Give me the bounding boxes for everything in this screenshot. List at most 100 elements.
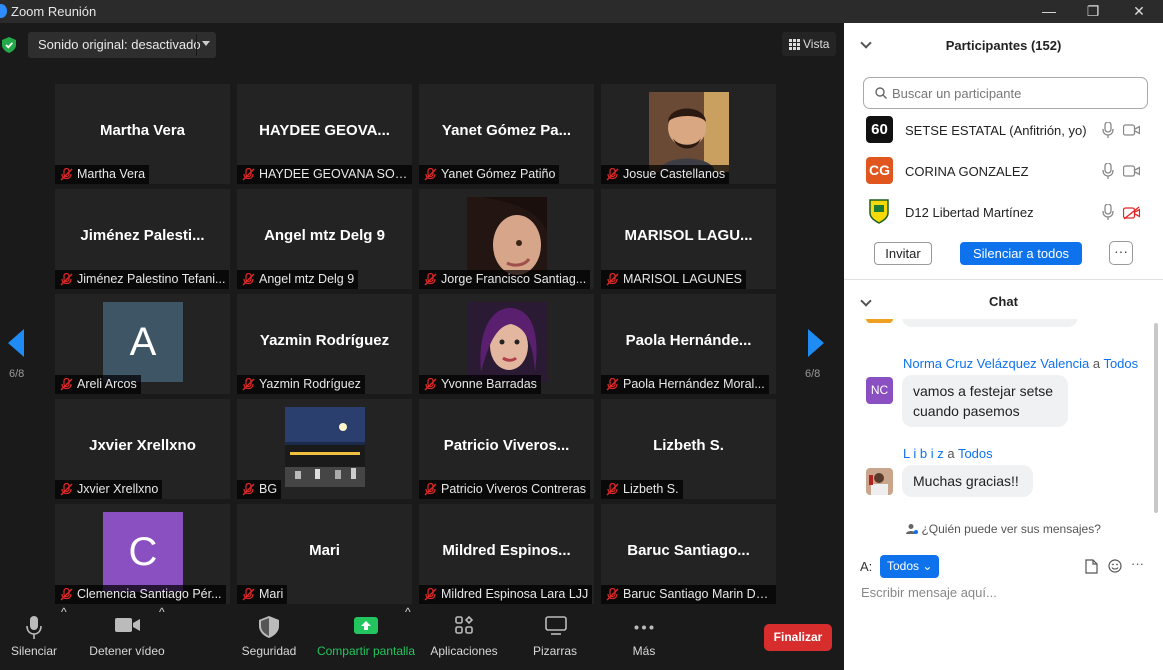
participant-video-photo	[467, 302, 547, 382]
participant-caption-text: Jiménez Palestino Tefani...	[77, 272, 226, 286]
participant-caption-text: MARISOL LAGUNES	[623, 272, 743, 286]
chat-sender-line: Norma Cruz Velázquez Valencia a Todos	[903, 356, 1138, 371]
participant-video-tile[interactable]: Paola Hernánde... Paola Hernández Moral..…	[601, 294, 776, 394]
video-camera-icon[interactable]	[1123, 165, 1140, 177]
chat-scrollbar[interactable]	[1154, 323, 1158, 513]
muted-microphone-icon	[242, 272, 255, 286]
participant-video-tile[interactable]: Yazmin Rodríguez Yazmin Rodríguez	[237, 294, 412, 394]
who-can-see-text: ¿Quién puede ver sus mensajes?	[921, 522, 1101, 536]
zoom-window: Zoom Reunión — ❐ ✕ Sonido original: desa…	[0, 0, 1163, 670]
shield-icon	[259, 616, 279, 638]
participant-caption-text: Lizbeth S.	[623, 482, 679, 496]
participant-row[interactable]: D12 Libertad Martínez	[844, 193, 1163, 233]
participant-name: D12 Libertad Martínez	[905, 205, 1034, 220]
file-icon[interactable]	[1085, 559, 1098, 574]
participant-video-tile[interactable]: BG	[237, 399, 412, 499]
apps-icon	[455, 616, 473, 634]
whiteboards-button[interactable]: Pizarras	[520, 605, 590, 670]
chevron-down-icon: ⌄	[922, 559, 933, 573]
participant-name-caption: Jorge Francisco Santiag...	[419, 270, 591, 289]
microphone-icon[interactable]	[1102, 163, 1114, 180]
participant-caption-text: BG	[259, 482, 278, 496]
share-screen-button[interactable]: Compartir pantalla	[312, 605, 420, 670]
title-bar: Zoom Reunión — ❐ ✕	[0, 0, 1163, 23]
muted-microphone-icon	[606, 167, 619, 181]
previous-page-arrow-icon[interactable]	[8, 329, 24, 357]
participant-caption-text: Martha Vera	[77, 167, 146, 181]
microphone-icon[interactable]	[1102, 204, 1114, 221]
muted-microphone-icon	[424, 482, 437, 496]
chat-message-bubble: Muchas gracias!!	[902, 465, 1033, 497]
participant-video-tile[interactable]: Patricio Viveros... Patricio Viveros Cont…	[419, 399, 594, 499]
participant-display-name: Angel mtz Delg 9	[264, 227, 385, 244]
more-dots-icon	[634, 625, 654, 630]
next-page-arrow-icon[interactable]	[808, 329, 824, 357]
divider	[196, 34, 197, 56]
invite-button[interactable]: Invitar	[874, 242, 932, 265]
audio-options-caret-icon[interactable]: ^	[61, 605, 67, 670]
video-camera-off-icon[interactable]	[1123, 206, 1140, 220]
minimize-button[interactable]: —	[1027, 0, 1071, 23]
mute-button[interactable]: Silenciar	[0, 605, 68, 670]
participant-row[interactable]: CG CORINA GONZALEZ	[844, 152, 1163, 192]
participant-video-tile[interactable]: Jorge Francisco Santiag...	[419, 189, 594, 289]
apps-button[interactable]: Aplicaciones	[426, 605, 502, 670]
whiteboards-label: Pizarras	[532, 644, 577, 658]
participants-more-button[interactable]: ···	[1109, 241, 1133, 265]
participant-name-caption: Jiménez Palestino Tefani...	[55, 270, 230, 289]
participant-video-tile[interactable]: Mari Mari	[237, 504, 412, 604]
view-button[interactable]: Vista	[782, 32, 836, 56]
chat-message-input[interactable]: Escribir mensaje aquí...	[861, 585, 997, 600]
participant-video-tile[interactable]: MARISOL LAGU... MARISOL LAGUNES	[601, 189, 776, 289]
participant-video-tile[interactable]: A Areli Arcos	[55, 294, 230, 394]
participant-display-name: Mari	[309, 542, 340, 559]
original-sound-button[interactable]: Sonido original: desactivado	[28, 32, 216, 58]
participant-video-tile[interactable]: HAYDEE GEOVA... HAYDEE GEOVANA SOT...	[237, 84, 412, 184]
participant-video-tile[interactable]: Josue Castellanos	[601, 84, 776, 184]
close-button[interactable]: ✕	[1117, 0, 1161, 23]
side-panel: Participantes (152) Buscar un participan…	[844, 23, 1163, 670]
participant-row[interactable]: 60 SETSE ESTATAL (Anfitrión, yo)	[844, 111, 1163, 151]
participant-name-caption: Yanet Gómez Patiño	[419, 165, 560, 184]
participant-video-tile[interactable]: Lizbeth S. Lizbeth S.	[601, 399, 776, 499]
mute-all-button[interactable]: Silenciar a todos	[960, 242, 1082, 265]
participant-search-input[interactable]: Buscar un participante	[863, 77, 1148, 109]
recipient-dropdown[interactable]: Todos ⌄	[880, 555, 939, 578]
participant-name: SETSE ESTATAL (Anfitrión, yo)	[905, 123, 1087, 138]
participant-video-tile[interactable]: C Clemencia Santiago Pér...	[55, 504, 230, 604]
participant-video-tile[interactable]: Baruc Santiago... Baruc Santiago Marin De…	[601, 504, 776, 604]
participant-video-tile[interactable]: Yvonne Barradas	[419, 294, 594, 394]
security-button[interactable]: Seguridad	[236, 605, 302, 670]
participant-video-tile[interactable]: Jxvier Xrellxno Jxvier Xrellxno	[55, 399, 230, 499]
video-options-caret-icon[interactable]: ^	[159, 605, 165, 670]
who-can-see-link[interactable]: ¿Quién puede ver sus mensajes?	[844, 522, 1163, 536]
microphone-icon[interactable]	[1102, 122, 1114, 139]
more-button[interactable]: Más	[614, 605, 674, 670]
maximize-button[interactable]: ❐	[1071, 0, 1115, 23]
chat-more-icon[interactable]: ···	[1131, 556, 1144, 571]
chat-recipient: Todos	[1103, 356, 1139, 371]
end-meeting-button[interactable]: Finalizar	[764, 624, 832, 651]
grid-icon	[789, 39, 800, 50]
stop-video-button[interactable]: Detener vídeo	[84, 605, 170, 670]
participant-video-tile[interactable]: Martha Vera Martha Vera	[55, 84, 230, 184]
chat-recipient-row: A: Todos ⌄ ···	[844, 553, 1163, 581]
participant-video-tile[interactable]: Yanet Gómez Pa... Yanet Gómez Patiño	[419, 84, 594, 184]
emoji-icon[interactable]	[1108, 559, 1122, 573]
participant-name-caption: Baruc Santiago Marin Dele...	[601, 585, 776, 604]
participant-video-tile[interactable]: Jiménez Palesti... Jiménez Palestino Tefa…	[55, 189, 230, 289]
participant-name-caption: HAYDEE GEOVANA SOT...	[237, 165, 412, 184]
chat-bubble-partial	[902, 319, 1078, 327]
encryption-shield-icon[interactable]	[2, 37, 16, 53]
participant-avatar: CG	[866, 157, 893, 184]
video-camera-icon[interactable]	[1123, 124, 1140, 136]
share-options-caret-icon[interactable]: ^	[405, 605, 411, 670]
participant-name: CORINA GONZALEZ	[905, 164, 1029, 179]
participant-video-tile[interactable]: Mildred Espinos... Mildred Espinosa Lara …	[419, 504, 594, 604]
muted-microphone-icon	[424, 377, 437, 391]
participant-display-name: Jiménez Palesti...	[80, 227, 205, 244]
chat-connector: a	[947, 446, 955, 461]
chevron-down-icon[interactable]	[202, 41, 210, 46]
participant-name-caption: BG	[237, 480, 282, 499]
participant-video-tile[interactable]: Angel mtz Delg 9 Angel mtz Delg 9	[237, 189, 412, 289]
